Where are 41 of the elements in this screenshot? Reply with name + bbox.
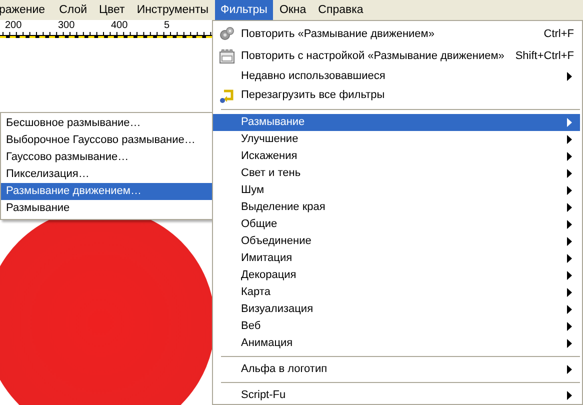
- menu-item[interactable]: Декорация: [213, 267, 580, 284]
- menu-item[interactable]: Слой: [53, 0, 94, 20]
- menu-item[interactable]: Окна: [273, 0, 312, 20]
- menu-item[interactable]: Выборочное Гауссово размывание…: [1, 132, 212, 149]
- menu-item[interactable]: Перезагрузить все фильтры: [213, 86, 580, 105]
- menu-item[interactable]: Цвет: [93, 0, 131, 20]
- menu-item[interactable]: ражение: [0, 0, 54, 20]
- menu-item[interactable]: Альфа в логотип: [213, 361, 580, 378]
- menu-item[interactable]: Повторить с настройкой «Размывание движением» Shift+Ctrl+F: [213, 45, 580, 67]
- menu-item[interactable]: Недавно использовавшиеся: [213, 67, 580, 86]
- menu-item[interactable]: Справка: [312, 0, 370, 20]
- ruler-label: 200: [0, 20, 53, 32]
- submenu-arrow-icon: [567, 365, 572, 374]
- menu-item[interactable]: Веб: [213, 318, 580, 335]
- counter-icon: [219, 48, 235, 64]
- menu-item[interactable]: Бесшовное размывание…: [1, 115, 212, 132]
- menu-item[interactable]: Объединение: [213, 233, 580, 250]
- menu-item[interactable]: Повторить «Размывание движением» Ctrl+F: [213, 23, 580, 45]
- menu-item[interactable]: Свет и тень: [213, 165, 580, 182]
- submenu-arrow-icon: [567, 72, 572, 81]
- menu-item[interactable]: Размывание движением…: [1, 183, 212, 200]
- submenu-arrow-icon: [567, 391, 572, 400]
- menu-item[interactable]: Анимация: [213, 335, 580, 352]
- ruler-label: 300: [53, 20, 106, 32]
- menu-item[interactable]: Общие: [213, 216, 580, 233]
- menu-item[interactable]: Улучшение: [213, 131, 580, 148]
- menu-item[interactable]: Карта: [213, 284, 580, 301]
- menu-item[interactable]: Размывание: [1, 200, 212, 217]
- menu-item[interactable]: Script-Fu: [213, 387, 580, 404]
- menu-item[interactable]: Имитация: [213, 250, 580, 267]
- gears-icon: [219, 26, 235, 42]
- menu-item[interactable]: Фильтры: [214, 0, 274, 20]
- menu-item[interactable]: Инструменты: [130, 0, 215, 20]
- reload-icon: [219, 88, 235, 104]
- menu-item[interactable]: Визуализация: [213, 301, 580, 318]
- menu-item[interactable]: Пикселизация…: [1, 166, 212, 183]
- menu-item[interactable]: Размывание: [213, 114, 580, 131]
- menu-item[interactable]: Выделение края: [213, 199, 580, 216]
- menu-item[interactable]: Шум: [213, 182, 580, 199]
- menu-item[interactable]: Искажения: [213, 148, 580, 165]
- menu-item[interactable]: Гауссово размывание…: [1, 149, 212, 166]
